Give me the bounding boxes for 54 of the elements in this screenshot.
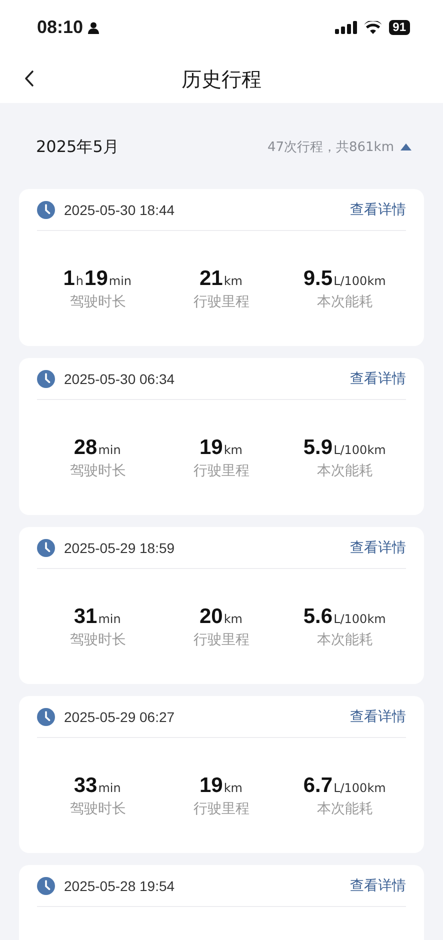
details-link[interactable]: 查看详情 [350, 538, 406, 556]
trip-card[interactable]: 2025-05-28 19:54 查看详情 [19, 865, 424, 940]
signal-icon [334, 21, 357, 34]
stat-value: 31min [74, 605, 122, 629]
clock-icon [37, 538, 55, 556]
trip-card[interactable]: 2025-05-30 18:44 查看详情 1 h 19 min 驾驶时长 21 km 行驶里程 9.5 L/100km 本次能耗 [19, 189, 424, 346]
stat-label: 本次能耗 [317, 631, 374, 649]
stat-label: 驾驶时长 [70, 631, 126, 649]
stat-value: 19 km [199, 436, 244, 460]
battery-level: 91 [388, 20, 410, 35]
clock-icon [37, 200, 55, 218]
stat-value: 21 km [199, 267, 244, 291]
stat-value: 9.5 L/100km [303, 267, 387, 291]
trip-datetime: 2025-05-29 06:27 [64, 708, 176, 724]
clock-icon [37, 370, 55, 388]
stat-value: 1 h 19 min [63, 267, 133, 291]
stat-value: 6.7 L/100km [303, 774, 387, 798]
collapse-icon[interactable] [400, 143, 412, 151]
stat-value: 5.6 L/100km [303, 605, 387, 629]
stat-label: 驾驶时长 [70, 462, 126, 480]
status-time: 08:10 [37, 17, 84, 38]
person-icon [88, 22, 100, 34]
stat-value: 19 km [199, 774, 244, 798]
trip-card[interactable]: 2025-05-29 18:59 查看详情 31min 驾驶时长 20 km 行驶里程 5.6 L/100km 本次能耗 [19, 527, 424, 684]
stat-label: 行驶里程 [193, 293, 250, 311]
trip-datetime: 2025-05-30 06:34 [64, 370, 176, 386]
details-link[interactable]: 查看详情 [350, 200, 406, 218]
stat-label: 行驶里程 [193, 800, 250, 818]
stat-value: 20 km [199, 605, 244, 629]
stat-value: 5.9 L/100km [303, 436, 387, 460]
stat-label: 本次能耗 [317, 293, 374, 311]
stat-label: 驾驶时长 [70, 800, 126, 818]
stat-label: 驾驶时长 [70, 293, 126, 311]
stat-value: 28 min [74, 436, 122, 460]
trip-datetime: 2025-05-28 19:54 [64, 878, 176, 894]
stat-label: 本次能耗 [317, 800, 374, 818]
stat-label: 本次能耗 [317, 462, 374, 480]
details-link[interactable]: 查看详情 [350, 370, 406, 388]
wifi-icon [364, 21, 382, 34]
stat-label: 行驶里程 [193, 631, 250, 649]
trip-datetime: 2025-05-30 18:44 [64, 202, 176, 218]
stat-value: 33 min [74, 774, 122, 798]
back-icon[interactable] [24, 70, 34, 87]
clock-icon [37, 708, 55, 726]
month-label: 2025年5月 [36, 136, 119, 158]
month-summary: 47次行程，共861km [267, 139, 394, 156]
page-title: 历史行程 [182, 66, 262, 92]
trip-datetime: 2025-05-29 18:59 [64, 540, 176, 556]
trip-card[interactable]: 2025-05-29 06:27 查看详情 33 min 驾驶时长 19 km 行驶里程 6.7 L/100km 本次能耗 [19, 696, 424, 853]
trip-card[interactable]: 2025-05-30 06:34 查看详情 28 min 驾驶时长 19 km 行驶里程 5.9 L/100km 本次能耗 [19, 358, 424, 515]
stat-label: 行驶里程 [193, 462, 250, 480]
clock-icon [37, 876, 55, 894]
details-link[interactable]: 查看详情 [350, 708, 406, 726]
details-link[interactable]: 查看详情 [350, 876, 406, 894]
